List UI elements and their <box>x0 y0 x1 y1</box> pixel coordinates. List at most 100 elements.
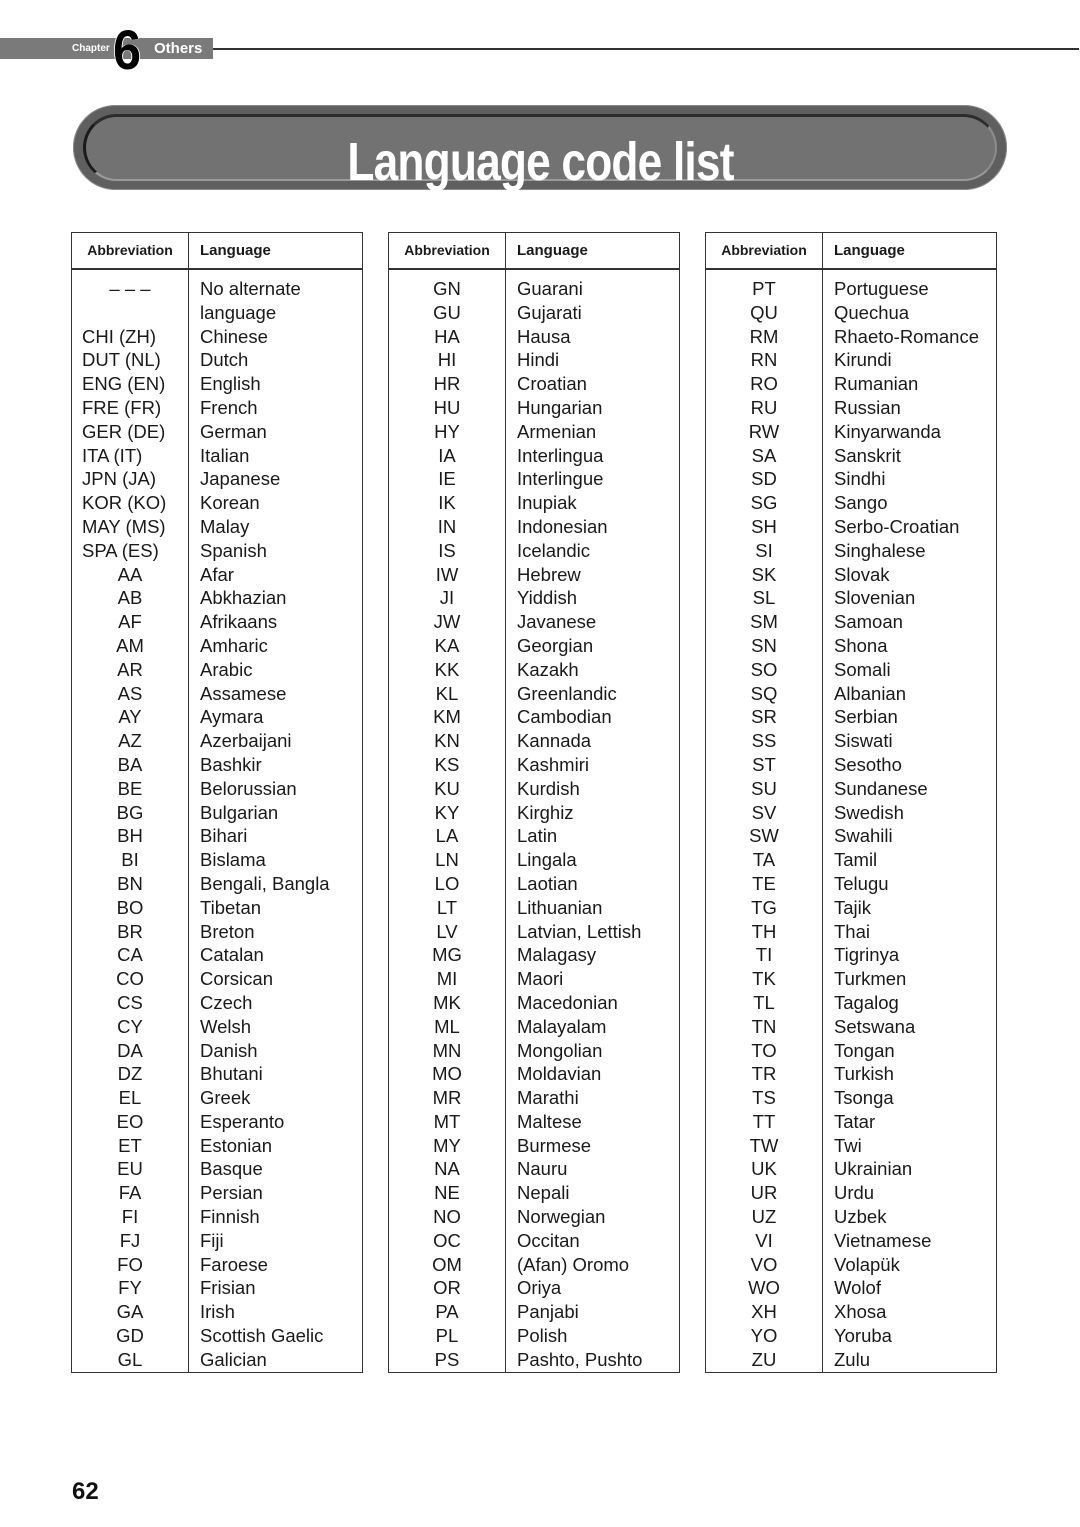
abbreviation-cell: TK <box>752 968 776 990</box>
abbreviation-cell: MN <box>432 1039 462 1061</box>
language-cell: Hebrew <box>517 563 581 585</box>
header-rule <box>213 48 1079 50</box>
table-row: SL Slovenian <box>706 586 996 610</box>
abbreviation-cell: JW <box>433 611 461 633</box>
language-cell: Swedish <box>834 801 904 823</box>
table-row: KL Greenlandic <box>389 682 679 706</box>
table-row: IE Interlingue <box>389 467 679 491</box>
abbreviation-cell: TL <box>753 991 775 1013</box>
table-row: QU Quechua <box>706 301 996 325</box>
abbreviation-cell: GL <box>117 1348 143 1370</box>
table-row: PL Polish <box>389 1324 679 1348</box>
table-row: IK Inupiak <box>389 491 679 515</box>
abbreviation-cell: UR <box>750 1182 778 1204</box>
abbreviation-cell: SM <box>750 611 778 633</box>
table-row: HA Hausa <box>389 325 679 349</box>
language-cell: Lingala <box>517 849 577 871</box>
table-row: NE Nepali <box>389 1181 679 1205</box>
abbreviation-cell: CO <box>116 968 144 990</box>
abbreviation-cell: VI <box>755 1229 773 1251</box>
table-row: XH Xhosa <box>706 1300 996 1324</box>
language-cell: Bengali, Bangla <box>200 872 330 894</box>
table-row: RN Kirundi <box>706 348 996 372</box>
abbreviation-cell: ST <box>752 753 776 775</box>
abbreviation-cell: JPN (JA) <box>82 468 156 490</box>
language-cell: Nepali <box>517 1182 570 1204</box>
table-row: UR Urdu <box>706 1181 996 1205</box>
language-cell: Corsican <box>200 968 273 990</box>
table-row: CHI (ZH) Chinese <box>72 325 362 349</box>
abbreviation-cell: SN <box>751 634 777 656</box>
language-cell: Icelandic <box>517 539 591 561</box>
language-cell: Breton <box>200 920 255 942</box>
abbreviation-cell: GD <box>116 1325 144 1347</box>
language-cell: Hindi <box>517 349 560 371</box>
table-row: LA Latin <box>389 824 679 848</box>
table-row: ST Sesotho <box>706 753 996 777</box>
page-title: Language code list <box>347 132 734 192</box>
language-table-2: Abbreviation Language GN Guarani GU Gujarat… <box>388 232 680 1373</box>
language-cell: Danish <box>200 1039 258 1061</box>
abbreviation-cell: DA <box>117 1039 143 1061</box>
abbreviation-cell: HR <box>433 373 461 395</box>
table-row: AY Aymara <box>72 705 362 729</box>
table-row: GA Irish <box>72 1300 362 1324</box>
abbreviation-cell: GA <box>116 1301 144 1323</box>
language-cell: Macedonian <box>517 991 618 1013</box>
language-cell: language <box>200 301 277 323</box>
language-table-3: Abbreviation Language PT Portuguese QU Quec… <box>705 232 997 1373</box>
language-cell: Burmese <box>517 1134 592 1156</box>
abbreviation-cell: PA <box>435 1301 459 1323</box>
table-row: MAY (MS) Malay <box>72 515 362 539</box>
language-cell: Georgian <box>517 634 594 656</box>
abbreviation-cell: LV <box>436 920 458 942</box>
language-cell: Japanese <box>200 468 281 490</box>
abbreviation-cell: SO <box>750 658 778 680</box>
abbreviation-cell: TE <box>752 872 776 894</box>
abbreviation-cell: KY <box>434 801 460 823</box>
language-cell: Kazakh <box>517 658 579 680</box>
language-cell: Estonian <box>200 1134 272 1156</box>
language-cell: Afrikaans <box>200 611 278 633</box>
language-cell: Tagalog <box>834 991 899 1013</box>
table-body: – – – No alternate language CHI (ZH) Chinese… <box>72 277 362 1372</box>
language-cell: Maltese <box>517 1110 582 1132</box>
language-cell: Swahili <box>834 825 893 847</box>
abbreviation-cell: SV <box>751 801 777 823</box>
language-cell: Tongan <box>834 1039 895 1061</box>
table-row: SQ Albanian <box>706 682 996 706</box>
language-cell: Sundanese <box>834 777 928 799</box>
language-cell: Cambodian <box>517 706 612 728</box>
abbreviation-cell: SW <box>749 825 779 847</box>
header-abbreviation: Abbreviation <box>87 242 173 258</box>
language-cell: Kinyarwanda <box>834 420 941 442</box>
language-cell: Bislama <box>200 849 266 871</box>
language-cell: Hausa <box>517 325 571 347</box>
language-cell: French <box>200 396 258 418</box>
language-cell: Bihari <box>200 825 248 847</box>
language-cell: Wolof <box>834 1277 881 1299</box>
abbreviation-cell: MO <box>432 1063 462 1085</box>
header-abbreviation: Abbreviation <box>404 242 490 258</box>
chapter-title: Others <box>154 40 203 57</box>
language-cell: Laotian <box>517 872 578 894</box>
abbreviation-cell: SU <box>751 777 777 799</box>
table-row: BI Bislama <box>72 848 362 872</box>
language-table-1: Abbreviation Language – – – No alternate l… <box>71 232 363 1373</box>
abbreviation-cell: TS <box>752 1087 776 1109</box>
language-cell: Bulgarian <box>200 801 279 823</box>
abbreviation-cell: HY <box>434 420 460 442</box>
table-row: WO Wolof <box>706 1276 996 1300</box>
table-row: HY Armenian <box>389 420 679 444</box>
abbreviation-cell: DZ <box>117 1063 143 1085</box>
abbreviation-cell: SK <box>751 563 777 585</box>
language-cell: Oriya <box>517 1277 562 1299</box>
language-cell: Russian <box>834 396 901 418</box>
language-cell: Portuguese <box>834 278 929 299</box>
table-row: MR Marathi <box>389 1086 679 1110</box>
abbreviation-cell: CS <box>117 991 143 1013</box>
abbreviation-cell: HU <box>433 396 461 418</box>
table-row: OM (Afan) Oromo <box>389 1253 679 1277</box>
abbreviation-cell: PT <box>752 278 776 299</box>
table-row: IN Indonesian <box>389 515 679 539</box>
